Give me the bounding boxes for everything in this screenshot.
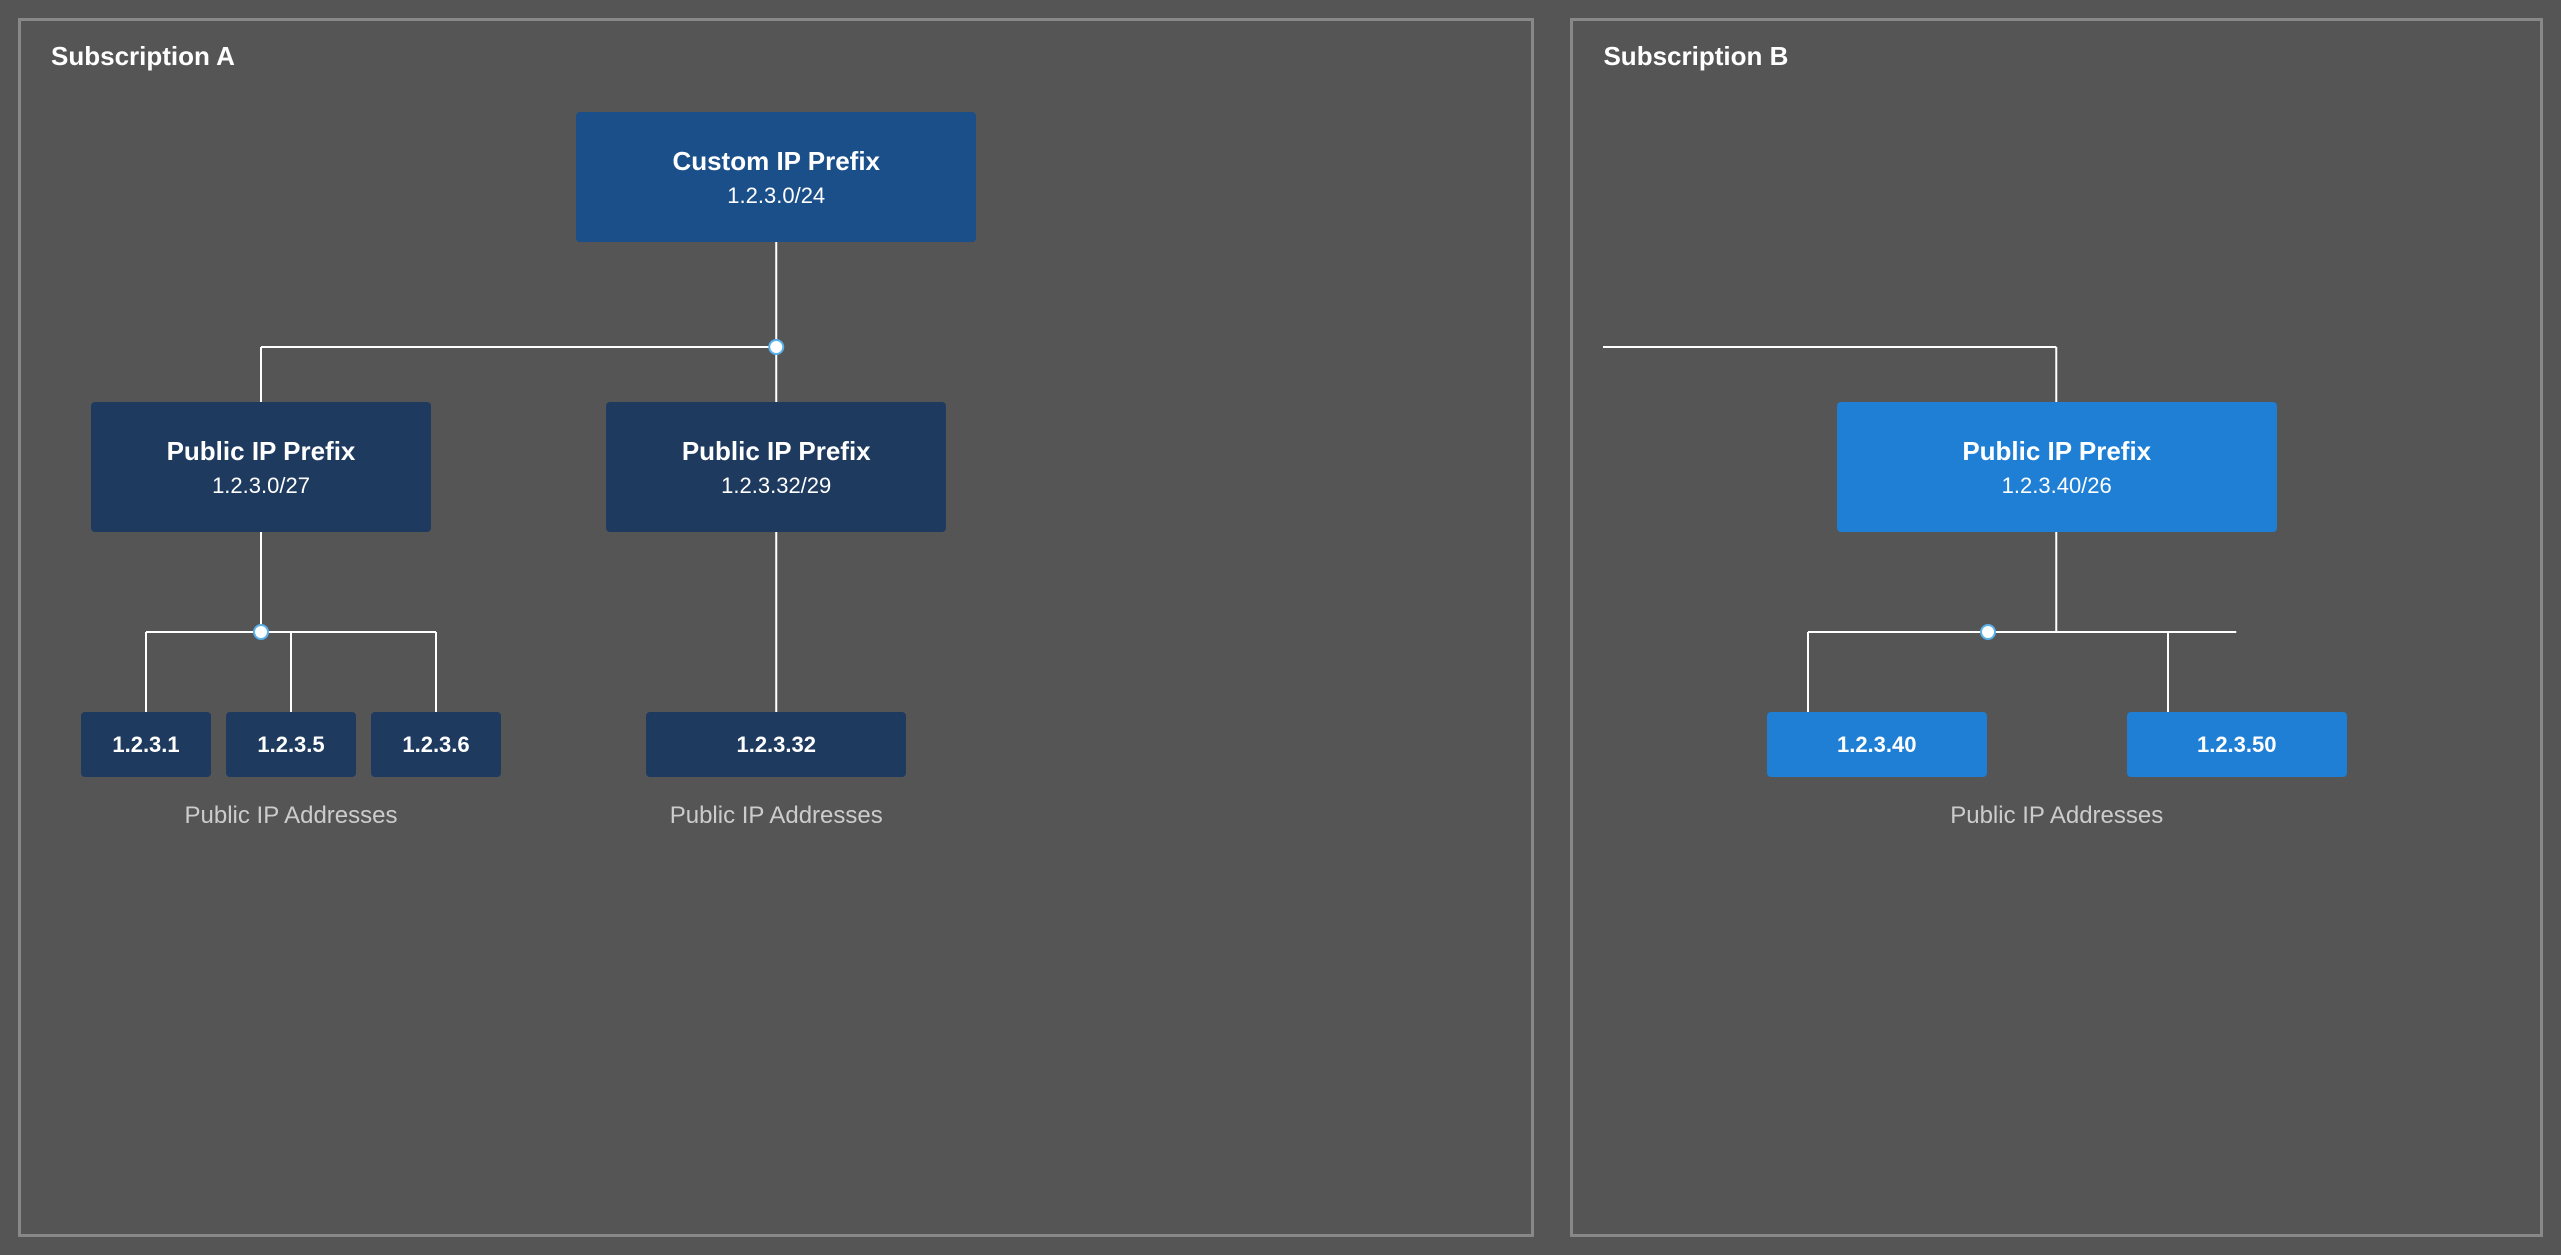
subscription-a-panel: Subscription A Custom IP Prefix 1.2.3.0/…: [18, 18, 1534, 1237]
prefix-right-subtitle: 1.2.3.40/26: [2002, 473, 2112, 499]
ip-right-2-box: 1.2.3.50: [2127, 712, 2347, 777]
custom-ip-prefix-box: Custom IP Prefix 1.2.3.0/24: [576, 112, 976, 242]
diagram-b-lines: [1603, 92, 2510, 1195]
ip-left-3: 1.2.3.6: [402, 732, 469, 758]
subscription-b-panel: Subscription B Public IP Prefix 1.2.3.40…: [1570, 18, 2543, 1237]
custom-ip-prefix-title: Custom IP Prefix: [672, 145, 880, 179]
diagram-area-b: Public IP Prefix 1.2.3.40/26 1.2.3.40 1.…: [1603, 92, 2510, 1195]
prefix-center-box: Public IP Prefix 1.2.3.32/29: [606, 402, 946, 532]
ip-right-1: 1.2.3.40: [1837, 732, 1917, 758]
caption-left: Public IP Addresses: [81, 802, 501, 830]
ip-left-1-box: 1.2.3.1: [81, 712, 211, 777]
prefix-right-box: Public IP Prefix 1.2.3.40/26: [1837, 402, 2277, 532]
prefix-left-subtitle: 1.2.3.0/27: [212, 473, 310, 499]
ip-center-box: 1.2.3.32: [646, 712, 906, 777]
ip-left-3-box: 1.2.3.6: [371, 712, 501, 777]
ip-left-1: 1.2.3.1: [112, 732, 179, 758]
caption-center: Public IP Addresses: [596, 802, 956, 830]
prefix-center-title: Public IP Prefix: [682, 435, 871, 469]
subscription-a-label: Subscription A: [51, 41, 1501, 72]
ip-center: 1.2.3.32: [736, 732, 816, 758]
ip-right-1-box: 1.2.3.40: [1767, 712, 1987, 777]
diagram-a-lines: [51, 92, 1501, 1195]
subscription-b-label: Subscription B: [1603, 41, 2510, 72]
prefix-right-title: Public IP Prefix: [1962, 435, 2151, 469]
diagram-area-a: Custom IP Prefix 1.2.3.0/24 Public IP Pr…: [51, 92, 1501, 1195]
caption-right: Public IP Addresses: [1867, 802, 2247, 830]
custom-ip-prefix-subtitle: 1.2.3.0/24: [727, 183, 825, 209]
prefix-left-box: Public IP Prefix 1.2.3.0/27: [91, 402, 431, 532]
ip-left-2-box: 1.2.3.5: [226, 712, 356, 777]
ip-right-2: 1.2.3.50: [2197, 732, 2277, 758]
prefix-center-subtitle: 1.2.3.32/29: [721, 473, 831, 499]
prefix-left-title: Public IP Prefix: [167, 435, 356, 469]
ip-left-2: 1.2.3.5: [257, 732, 324, 758]
